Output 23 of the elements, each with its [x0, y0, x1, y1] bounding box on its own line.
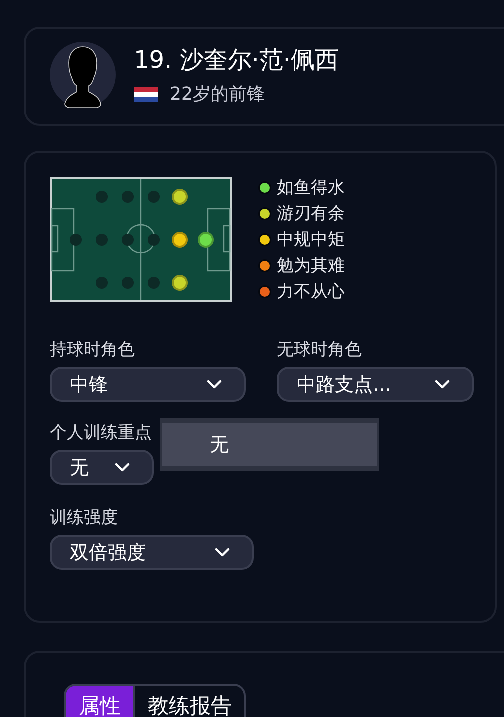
legend-label: 力不从心 — [277, 281, 345, 303]
field-label: 个人训练重点 — [50, 422, 153, 444]
dropdown-select[interactable]: 中路支点... — [277, 367, 474, 402]
player-name: 19. 沙奎尔·范·佩西 — [134, 45, 340, 76]
dropdown-select[interactable]: 无 — [50, 450, 154, 485]
legend-label: 中规中矩 — [277, 229, 345, 251]
chevron-down-icon — [115, 463, 130, 472]
tab[interactable]: 教练报告 — [133, 686, 244, 717]
legend-label: 勉为其难 — [277, 255, 345, 277]
field-label: 训练强度 — [50, 507, 119, 529]
field-label: 无球时角色 — [277, 339, 363, 361]
legend-label: 如鱼得水 — [277, 177, 345, 199]
avatar-silhouette — [50, 42, 116, 108]
flag-icon — [134, 86, 158, 102]
chevron-down-icon — [215, 548, 230, 557]
player-description: 22岁的前锋 — [170, 83, 265, 106]
legend-label: 游刃有余 — [277, 203, 345, 225]
dropdown-select[interactable]: 中锋 — [50, 367, 246, 402]
dropdown-select[interactable]: 双倍强度 — [50, 535, 254, 570]
field-label: 持球时角色 — [50, 339, 136, 361]
chevron-down-icon — [435, 380, 450, 389]
chevron-down-icon — [207, 380, 222, 389]
tab[interactable]: 属性 — [66, 686, 133, 717]
